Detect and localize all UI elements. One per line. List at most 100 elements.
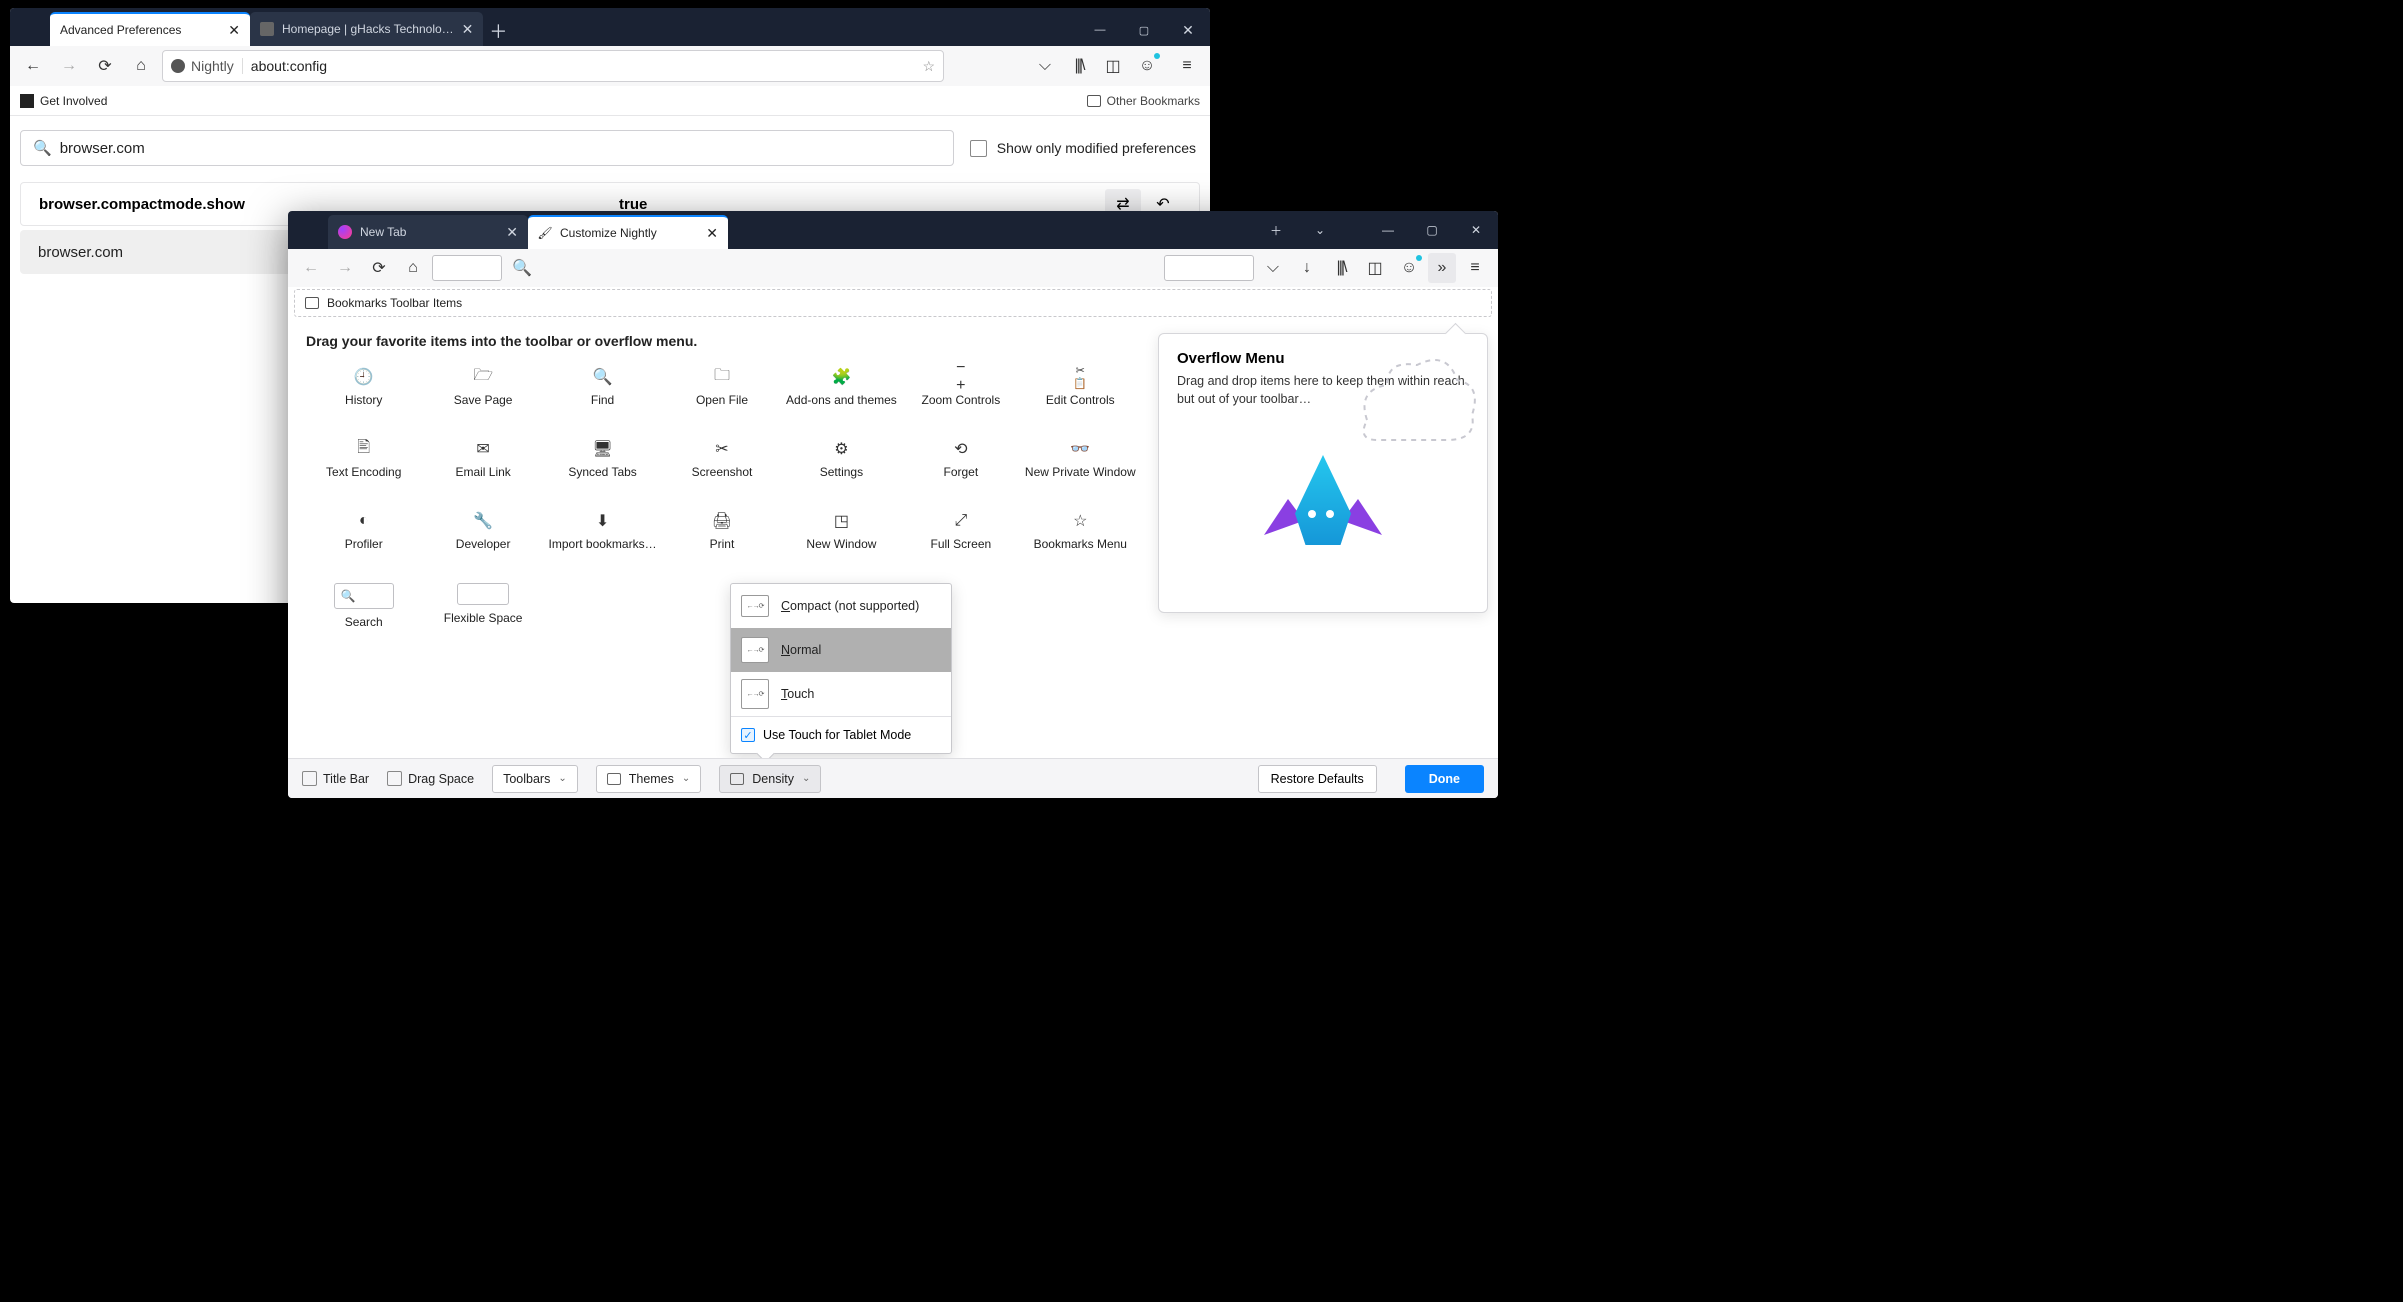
overflow-panel[interactable]: Overflow Menu Drag and drop items here t…	[1158, 333, 1488, 613]
identity-box[interactable]: Nightly	[171, 58, 243, 74]
palette-item-settings[interactable]: ⚙Settings	[784, 435, 899, 497]
checkbox-label: Drag Space	[408, 772, 474, 786]
density-dropdown[interactable]: Density ⌄	[719, 765, 821, 793]
palette-item-open-file[interactable]: 🗀Open File	[664, 363, 779, 425]
minimize-button[interactable]: —	[1078, 14, 1122, 46]
palette-item-bookmarks-menu[interactable]: ☆Bookmarks Menu	[1023, 507, 1138, 569]
close-button[interactable]: ✕	[1454, 214, 1498, 246]
all-tabs-button[interactable]: ⌄	[1298, 214, 1342, 246]
favicon	[260, 22, 274, 36]
settings-icon: ⚙	[831, 439, 851, 459]
profiler-icon: ◐	[354, 511, 374, 531]
palette-item-forget[interactable]: ⟲Forget	[903, 435, 1018, 497]
app-menu-button[interactable]: ≡	[1172, 51, 1202, 81]
account-icon[interactable]: ☺	[1394, 253, 1424, 283]
bookmark-star-icon[interactable]: ☆	[922, 58, 935, 75]
button-label: Restore Defaults	[1271, 772, 1364, 786]
close-tab-icon[interactable]: ✕	[506, 224, 518, 241]
dragspace-checkbox[interactable]: Drag Space	[387, 771, 474, 786]
density-normal[interactable]: ←→⟳ Normal	[731, 628, 951, 672]
palette-item-find[interactable]: 🔍Find	[545, 363, 660, 425]
back-button[interactable]: ←	[296, 253, 326, 283]
maximize-button[interactable]: ▢	[1410, 214, 1454, 246]
downloads-icon[interactable]: ↓	[1292, 253, 1322, 283]
tab-advanced-preferences[interactable]: Advanced Preferences ✕	[50, 12, 250, 46]
palette-item-zoom[interactable]: − +Zoom Controls	[903, 363, 1018, 425]
back-button[interactable]: ←	[18, 51, 48, 81]
close-tab-icon[interactable]: ✕	[706, 225, 718, 242]
tab-customize[interactable]: 🖌 Customize Nightly ✕	[528, 215, 728, 249]
pref-name: browser.compactmode.show	[39, 196, 559, 213]
palette-item-private-window[interactable]: 👓New Private Window	[1023, 435, 1138, 497]
palette-item-synced-tabs[interactable]: 🖥Synced Tabs	[545, 435, 660, 497]
sidebar-icon[interactable]: ◫	[1098, 51, 1128, 81]
palette-item-save-page[interactable]: 🗁Save Page	[425, 363, 540, 425]
palette-item-screenshot[interactable]: ✂Screenshot	[664, 435, 779, 497]
titlebar: New Tab ✕ 🖌 Customize Nightly ✕ ＋ ⌄ — ▢ …	[288, 211, 1498, 249]
open-file-icon: 🗀	[712, 367, 732, 387]
search-placeholder[interactable]: 🔍	[512, 258, 532, 278]
done-button[interactable]: Done	[1405, 765, 1484, 793]
pocket-icon[interactable]: ⌵	[1030, 51, 1060, 81]
home-button[interactable]: ⌂	[126, 51, 156, 81]
minimize-button[interactable]: —	[1366, 214, 1410, 246]
palette-item-search[interactable]: 🔍Search	[306, 579, 421, 641]
close-tab-icon[interactable]: ✕	[462, 21, 474, 38]
forward-button[interactable]: →	[54, 51, 84, 81]
palette-item-profiler[interactable]: ◐Profiler	[306, 507, 421, 569]
palette-item-text-encoding[interactable]: 🖹Text Encoding	[306, 435, 421, 497]
app-menu-button[interactable]: ≡	[1460, 253, 1490, 283]
pocket-icon[interactable]: ⌵	[1258, 253, 1288, 283]
library-icon[interactable]: |||\	[1326, 253, 1356, 283]
close-tab-icon[interactable]: ✕	[228, 22, 240, 39]
bookmark-get-involved[interactable]: Get Involved	[20, 94, 107, 108]
close-button[interactable]: ✕	[1166, 14, 1210, 46]
show-modified-checkbox[interactable]: Show only modified preferences	[970, 140, 1200, 157]
palette-item-edit[interactable]: ✂📋Edit Controls	[1023, 363, 1138, 425]
tab-title: Advanced Preferences	[60, 23, 181, 37]
new-tab-button[interactable]: ＋	[483, 16, 513, 46]
bookmark-other[interactable]: Other Bookmarks	[1087, 94, 1200, 108]
density-touch[interactable]: ←→⟳ Touch	[731, 672, 951, 716]
palette-item-developer[interactable]: 🔧Developer	[425, 507, 540, 569]
pref-name: browser.com	[38, 244, 123, 261]
reload-button[interactable]: ⟳	[364, 253, 394, 283]
account-icon[interactable]: ☺	[1132, 51, 1162, 81]
palette-item-addons[interactable]: 🧩Add-ons and themes	[784, 363, 899, 425]
palette-item-flexible-space[interactable]: Flexible Space	[425, 579, 540, 641]
library-icon[interactable]: |||\	[1064, 51, 1094, 81]
tab-ghacks[interactable]: Homepage | gHacks Technolo… ✕	[250, 12, 483, 46]
palette-item-new-window[interactable]: ◳New Window	[784, 507, 899, 569]
reload-button[interactable]: ⟳	[90, 51, 120, 81]
forward-button[interactable]: →	[330, 253, 360, 283]
pref-search-input[interactable]: 🔍 browser.com	[20, 130, 954, 166]
tab-new-tab[interactable]: New Tab ✕	[328, 215, 528, 249]
palette-item-print[interactable]: 🖨Print	[664, 507, 779, 569]
palette-item-email-link[interactable]: ✉Email Link	[425, 435, 540, 497]
search-bar-placeholder[interactable]	[1164, 255, 1254, 281]
bookmarks-icon: ☆	[1070, 511, 1090, 531]
sidebar-icon[interactable]: ◫	[1360, 253, 1390, 283]
toolbars-dropdown[interactable]: Toolbars ⌄	[492, 765, 578, 793]
url-bar[interactable]: Nightly about:config ☆	[162, 50, 944, 82]
density-tablet-checkbox[interactable]: ✓ Use Touch for Tablet Mode	[731, 717, 951, 753]
palette-item-history[interactable]: 🕘History	[306, 363, 421, 425]
new-tab-button[interactable]: ＋	[1254, 214, 1298, 246]
palette-item-import-bookmarks[interactable]: ⬇Import bookmarks…	[545, 507, 660, 569]
maximize-button[interactable]: ▢	[1122, 14, 1166, 46]
titlebar-checkbox[interactable]: Title Bar	[302, 771, 369, 786]
restore-defaults-button[interactable]: Restore Defaults	[1258, 765, 1377, 793]
customize-palette: Drag your favorite items into the toolba…	[306, 333, 1138, 759]
density-label: ormal	[790, 643, 821, 657]
palette-item-full-screen[interactable]: ⤢Full Screen	[903, 507, 1018, 569]
url-bar-placeholder[interactable]	[432, 255, 502, 281]
home-button[interactable]: ⌂	[398, 253, 428, 283]
search-icon: 🔍	[33, 139, 52, 157]
density-compact[interactable]: ←→⟳ Compact (not supported)	[731, 584, 951, 628]
themes-dropdown[interactable]: Themes ⌄	[596, 765, 702, 793]
checkbox-icon	[970, 140, 987, 157]
density-label: ompact (not supported)	[790, 599, 919, 613]
overflow-button[interactable]: »	[1428, 253, 1456, 283]
brush-icon: 🖌	[538, 226, 552, 240]
bookmarks-toolbar-dropzone[interactable]: Bookmarks Toolbar Items	[294, 289, 1492, 317]
